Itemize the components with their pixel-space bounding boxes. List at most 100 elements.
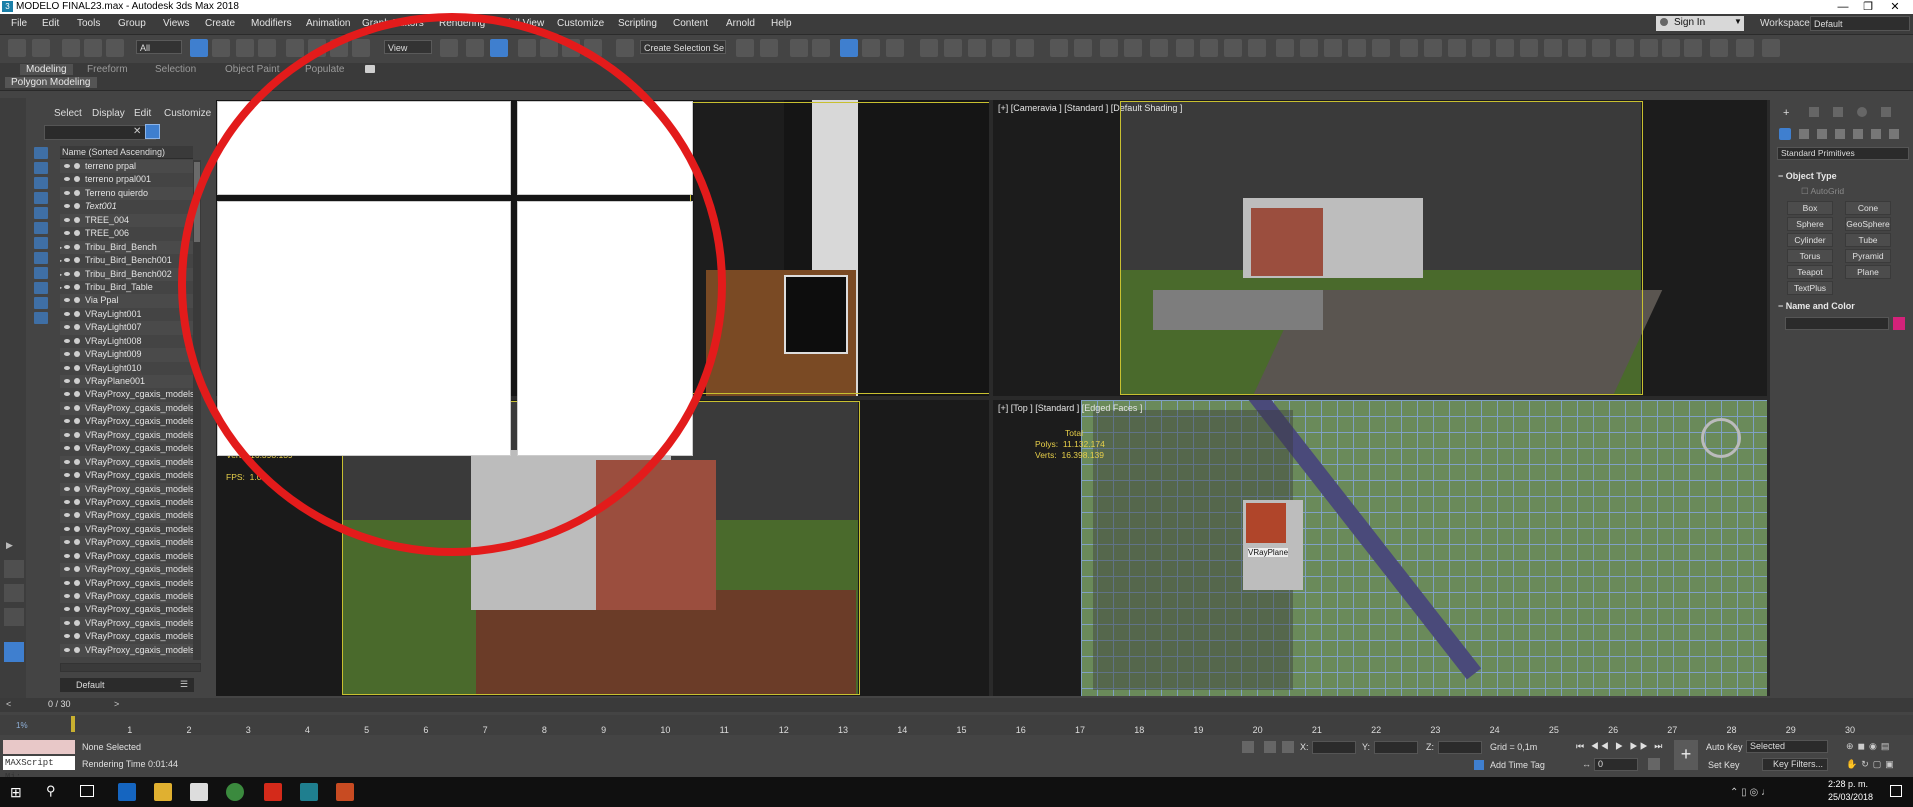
menu-graph-editors[interactable]: Graph Editors — [362, 18, 424, 29]
window-crossing-icon[interactable] — [258, 39, 276, 57]
visibility-eye-icon[interactable] — [64, 446, 70, 451]
arnold-light-icon[interactable] — [1424, 39, 1442, 57]
menu-file[interactable]: File — [11, 18, 27, 29]
curve-editor-icon[interactable] — [862, 39, 880, 57]
tab-modeling[interactable]: Modeling — [20, 64, 73, 75]
visibility-eye-icon[interactable] — [64, 647, 70, 652]
pivot-icon[interactable] — [440, 39, 458, 57]
ribbon-options-icon[interactable] — [365, 65, 375, 73]
explorer-horizontal-scrollbar[interactable] — [60, 663, 201, 672]
proxy-icon[interactable] — [1300, 39, 1318, 57]
explorer-tab-edit[interactable]: Edit — [134, 108, 151, 119]
pyramid-button[interactable]: Pyramid — [1845, 249, 1891, 263]
menu-tools[interactable]: Tools — [77, 18, 100, 29]
track-bar[interactable]: 1% 1 2 3 4 5 6 7 8 9 10 11 12 13 14 15 16 17 18 19 20 21 22 23… — [0, 715, 1913, 735]
set-key-big-button[interactable]: + — [1674, 740, 1698, 770]
layer-explorer-icon[interactable] — [812, 39, 830, 57]
visibility-eye-icon[interactable] — [64, 231, 70, 236]
z-coordinate-input[interactable] — [1438, 741, 1482, 754]
named-selection-dropdown[interactable]: Create Selection Se — [640, 40, 726, 54]
filter-geometry-icon[interactable] — [34, 147, 48, 159]
absolute-mode-icon[interactable] — [1282, 741, 1294, 753]
freeze-icon[interactable] — [74, 646, 80, 653]
tab-polygon-modeling[interactable]: Polygon Modeling — [5, 77, 97, 88]
selection-filter-dropdown[interactable]: All — [136, 40, 182, 54]
explorer-row[interactable]: ▶ Tribu_Bird_Bench — [60, 240, 193, 255]
visibility-eye-icon[interactable] — [64, 217, 70, 222]
clear-search-icon[interactable]: ✕ — [133, 126, 141, 137]
systems-icon[interactable] — [1889, 129, 1899, 139]
close-icon[interactable]: ✕ — [1880, 0, 1910, 14]
maxscript-listener-output[interactable] — [3, 740, 75, 754]
freeze-icon[interactable] — [74, 633, 80, 640]
system-tray-icons[interactable]: ⌃ ▯ ◎ ♩ — [1730, 787, 1771, 798]
explorer-column-header[interactable]: Name (Sorted Ascending) — [60, 146, 193, 159]
filter-frozen-icon[interactable] — [34, 297, 48, 309]
explorer-row[interactable]: VRayProxy_cgaxis_models — [60, 415, 193, 428]
auto-key-button[interactable]: Auto Key — [1706, 742, 1743, 752]
explorer-row[interactable]: ▶ Tribu_Bird_Table — [60, 281, 193, 294]
explorer-row[interactable]: Text001 — [60, 200, 193, 213]
explorer-row[interactable]: Terreno quierdo — [60, 186, 193, 201]
explorer-row[interactable]: VRayProxy_cgaxis_models — [60, 590, 193, 604]
visibility-eye-icon[interactable] — [64, 432, 70, 437]
chrome-icon[interactable] — [226, 783, 244, 801]
top-viewport-label[interactable]: [+] [Top ] [Standard ] [Edged Faces ] — [998, 403, 1142, 413]
visibility-eye-icon[interactable] — [64, 567, 70, 572]
visibility-eye-icon[interactable] — [64, 190, 70, 195]
explorer-tab-select[interactable]: Select — [54, 108, 82, 119]
freeze-icon[interactable] — [74, 216, 80, 223]
explorer-row[interactable]: VRayProxy_cgaxis_models — [60, 563, 193, 577]
render-production-icon[interactable] — [992, 39, 1010, 57]
align-icon[interactable] — [760, 39, 778, 57]
menu-rendering[interactable]: Rendering — [439, 18, 485, 29]
explorer-row[interactable]: VRayProxy_cgaxis_models — [60, 577, 193, 590]
filter-lights-icon[interactable] — [34, 177, 48, 189]
expand-arrow-icon[interactable]: ▶ — [6, 540, 13, 551]
name-and-color-rollout[interactable]: − Name and Color — [1778, 301, 1855, 311]
menu-modifiers[interactable]: Modifiers — [251, 18, 292, 29]
explorer-row[interactable]: terreno prpal — [60, 160, 193, 174]
scale-icon[interactable] — [330, 39, 348, 57]
explorer-row[interactable]: TREE_006 — [60, 227, 193, 240]
sun-icon[interactable] — [1224, 39, 1242, 57]
visibility-eye-icon[interactable] — [64, 177, 70, 182]
visibility-eye-icon[interactable] — [64, 594, 70, 598]
visibility-eye-icon[interactable] — [64, 486, 70, 491]
menu-help[interactable]: Help — [771, 18, 792, 29]
selection-lock-icon[interactable] — [1264, 741, 1276, 753]
motion-tab-icon[interactable] — [1857, 107, 1867, 117]
light-icon[interactable] — [1124, 39, 1142, 57]
undo-icon[interactable] — [8, 39, 26, 57]
search-icon[interactable]: ⚲ — [46, 783, 56, 799]
explorer-row[interactable]: VRayProxy_cgaxis_models — [60, 442, 193, 455]
time-config-icon[interactable] — [1648, 758, 1660, 770]
menu-civil-view[interactable]: Civil View — [501, 18, 544, 29]
object-name-input[interactable] — [1785, 317, 1889, 330]
geosphere-button[interactable]: GeoSphere — [1845, 217, 1891, 231]
menu-arnold[interactable]: Arnold — [726, 18, 755, 29]
explorer-row[interactable]: VRayProxy_cgaxis_models — [60, 469, 193, 482]
visibility-eye-icon[interactable] — [64, 499, 70, 504]
object-icon[interactable] — [1276, 39, 1294, 57]
viewport-nav-icons[interactable]: ⊕◼◉▤ — [1846, 741, 1902, 753]
visibility-eye-icon[interactable] — [64, 526, 70, 531]
visibility-eye-icon[interactable] — [64, 164, 70, 168]
create-tab-icon[interactable]: + — [1783, 107, 1789, 119]
keyboard-shortcut-icon[interactable] — [490, 39, 508, 57]
y-coordinate-input[interactable] — [1374, 741, 1418, 754]
explorer-row[interactable]: VRayProxy_cgaxis_models — [60, 616, 193, 631]
task-view-icon[interactable] — [80, 785, 94, 797]
vray-frame-buffer-icon[interactable] — [1074, 39, 1092, 57]
visibility-eye-icon[interactable] — [64, 284, 70, 289]
render-iterative-icon[interactable] — [1016, 39, 1034, 57]
visibility-eye-icon[interactable] — [64, 311, 70, 316]
freeze-icon[interactable] — [74, 324, 80, 331]
object-type-rollout[interactable]: − Object Type — [1778, 171, 1837, 181]
maxscript-mini-listener[interactable]: MAXScript Mi: — [3, 756, 75, 782]
snap-toggle-icon[interactable] — [518, 39, 536, 57]
render-setup-icon[interactable] — [944, 39, 962, 57]
spinner-snap-icon[interactable] — [584, 39, 602, 57]
x-coordinate-input[interactable] — [1312, 741, 1356, 754]
playback-controls[interactable]: ⏮ ◀◀ ▶ ▶▶ ⏭ — [1576, 741, 1664, 752]
